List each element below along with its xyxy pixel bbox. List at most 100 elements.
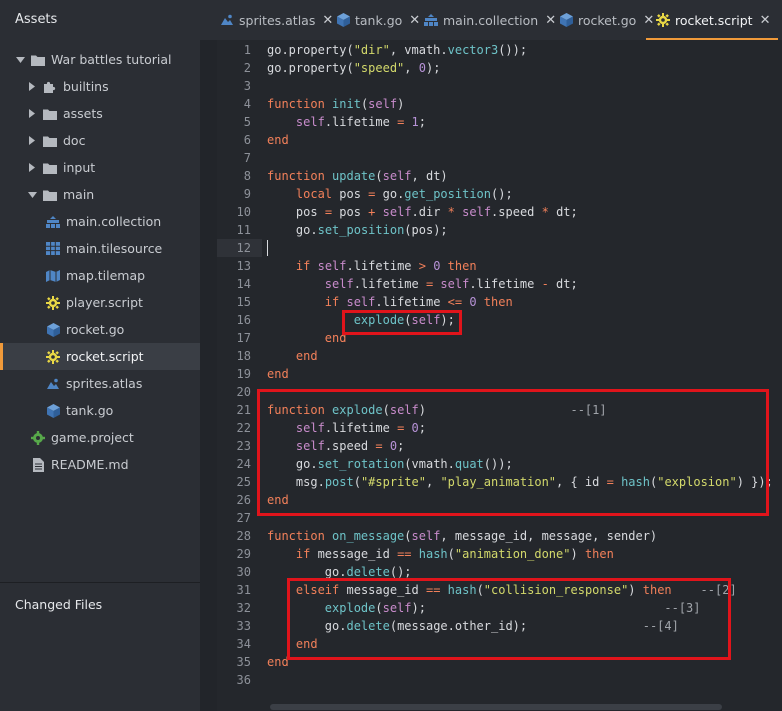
tilesource-icon <box>46 242 60 256</box>
code-token: go.property( <box>267 43 354 57</box>
tree-item-readme-md[interactable]: README.md <box>0 451 200 478</box>
collapsed-arrow-icon[interactable] <box>27 163 37 173</box>
code-line[interactable]: 14 self.lifetime = self.lifetime - dt; <box>217 275 782 293</box>
code-token: local <box>295 187 333 201</box>
tree-item-doc[interactable]: doc <box>0 127 200 154</box>
code-token: "dir" <box>353 43 390 57</box>
tab-sprites-atlas[interactable]: sprites.atlas ✕ <box>220 0 333 40</box>
document-icon <box>31 457 45 472</box>
line-number: 20 <box>236 385 251 399</box>
tab-label: rocket.script <box>675 12 753 28</box>
line-number: 31 <box>236 583 251 597</box>
tab-main-collection[interactable]: main.collection ✕ <box>424 0 556 40</box>
tree-item-player-script[interactable]: player.script <box>0 289 200 316</box>
tree-item-tank-go[interactable]: tank.go <box>0 397 200 424</box>
tree-item-game-project[interactable]: game.project <box>0 424 200 451</box>
tree-item-label: main.tilesource <box>66 241 163 256</box>
code-line[interactable]: 2 go.property("speed", 0); <box>217 59 782 77</box>
collapsed-arrow-icon[interactable] <box>27 136 37 146</box>
tree-item-main[interactable]: main <box>0 181 200 208</box>
code-token: ; <box>418 115 426 129</box>
code-token: (); <box>491 187 513 201</box>
tab-rocket-go[interactable]: rocket.go ✕ <box>559 0 654 40</box>
code-token: then <box>483 295 513 309</box>
code-line[interactable]: 3 <box>217 77 782 95</box>
line-number-cell: 35 <box>217 653 262 671</box>
code-line[interactable]: 11 go.set_position(pos); <box>217 221 782 239</box>
code-line[interactable]: 19 end <box>217 365 782 383</box>
tab-tank-go[interactable]: tank.go ✕ <box>336 0 420 40</box>
line-number-cell: 13 <box>217 257 262 275</box>
code-token: then <box>447 259 477 273</box>
tree-item-input[interactable]: input <box>0 154 200 181</box>
code-token: self <box>317 259 347 273</box>
code-token: go. <box>295 223 318 237</box>
code-token: , dt) <box>411 169 448 183</box>
tree-item-builtins[interactable]: builtins <box>0 73 200 100</box>
collapsed-arrow-icon[interactable] <box>27 109 37 119</box>
code-token: ); <box>425 61 441 75</box>
tree-item-sprites-atlas[interactable]: sprites.atlas <box>0 370 200 397</box>
code-line[interactable]: 18 end <box>217 347 782 365</box>
tree-item-war-battles-tutorial[interactable]: War battles tutorial <box>0 46 200 73</box>
tree-item-assets[interactable]: assets <box>0 100 200 127</box>
code-line[interactable]: 5 self.lifetime = 1; <box>217 113 782 131</box>
collapsed-arrow-icon[interactable] <box>27 82 37 92</box>
code-token: 0 <box>462 295 477 309</box>
tree-item-main-collection[interactable]: main.collection <box>0 208 200 235</box>
code-token: end <box>295 349 318 363</box>
code-line[interactable]: 16 explode(self); <box>217 311 782 329</box>
code-line[interactable]: 8 function update(self, dt) <box>217 167 782 185</box>
line-number: 27 <box>236 511 251 525</box>
code-token: ()); <box>498 43 528 57</box>
code-line[interactable]: 9 local pos = go.get_position(); <box>217 185 782 203</box>
line-number: 1 <box>243 43 251 57</box>
tree-item-map-tilemap[interactable]: map.tilemap <box>0 262 200 289</box>
code-line[interactable]: 36 <box>217 671 782 689</box>
highlight-box-collision-branch <box>287 578 731 660</box>
script-gear-icon <box>656 13 670 27</box>
code-line[interactable]: 15 if self.lifetime <= 0 then <box>217 293 782 311</box>
tab-close-icon[interactable]: ✕ <box>322 13 333 28</box>
tree-item-rocket-script[interactable]: rocket.script <box>0 343 200 370</box>
code-line[interactable]: 10 pos = pos + self.dir * self.speed * d… <box>217 203 782 221</box>
code-line[interactable]: 17 end <box>217 329 782 347</box>
expanded-arrow-icon[interactable] <box>15 55 25 65</box>
code-token: get_position <box>404 187 491 201</box>
code-line[interactable]: 6 end <box>217 131 782 149</box>
code-token: self <box>346 295 376 309</box>
code-token: vector3 <box>447 43 499 57</box>
code-token: 0 <box>425 259 441 273</box>
tab-close-icon[interactable]: ✕ <box>760 13 771 28</box>
tree-item-label: doc <box>63 133 86 148</box>
code-line[interactable]: 1 go.property("dir", vmath.vector3()); <box>217 41 782 59</box>
tree-item-rocket-go[interactable]: rocket.go <box>0 316 200 343</box>
code-line[interactable]: 13 if self.lifetime > 0 then <box>217 257 782 275</box>
code-editor[interactable]: 1 go.property("dir", vmath.vector3()); 2 go… <box>217 40 782 711</box>
panel-divider[interactable] <box>0 582 200 583</box>
code-line[interactable]: 28 function on_message(self, message_id, … <box>217 527 782 545</box>
tree-item-label: player.script <box>66 295 143 310</box>
code-line[interactable]: 7 <box>217 149 782 167</box>
tab-close-icon[interactable]: ✕ <box>409 13 420 28</box>
highlight-box-explode-function <box>257 389 769 516</box>
code-line[interactable]: 4 function init(self) <box>217 95 782 113</box>
code-line[interactable]: 29 if message_id == hash("animation_done… <box>217 545 782 563</box>
code-line[interactable]: 12 <box>217 239 782 257</box>
horizontal-scrollbar[interactable] <box>270 704 722 710</box>
tab-rocket-script[interactable]: rocket.script ✕ <box>645 0 780 40</box>
expanded-arrow-icon[interactable] <box>27 190 37 200</box>
tab-close-icon[interactable]: ✕ <box>643 13 654 28</box>
code-token: end <box>267 367 289 381</box>
code-text: if self.lifetime <= 0 then <box>267 293 513 311</box>
tab-close-icon[interactable]: ✕ <box>545 13 556 28</box>
code-token: ) <box>397 97 405 111</box>
line-number-cell: 28 <box>217 527 262 545</box>
line-number-cell: 3 <box>217 77 262 95</box>
tree-item-main-tilesource[interactable]: main.tilesource <box>0 235 200 262</box>
code-text: pos = pos + self.dir * self.speed * dt; <box>267 203 578 221</box>
